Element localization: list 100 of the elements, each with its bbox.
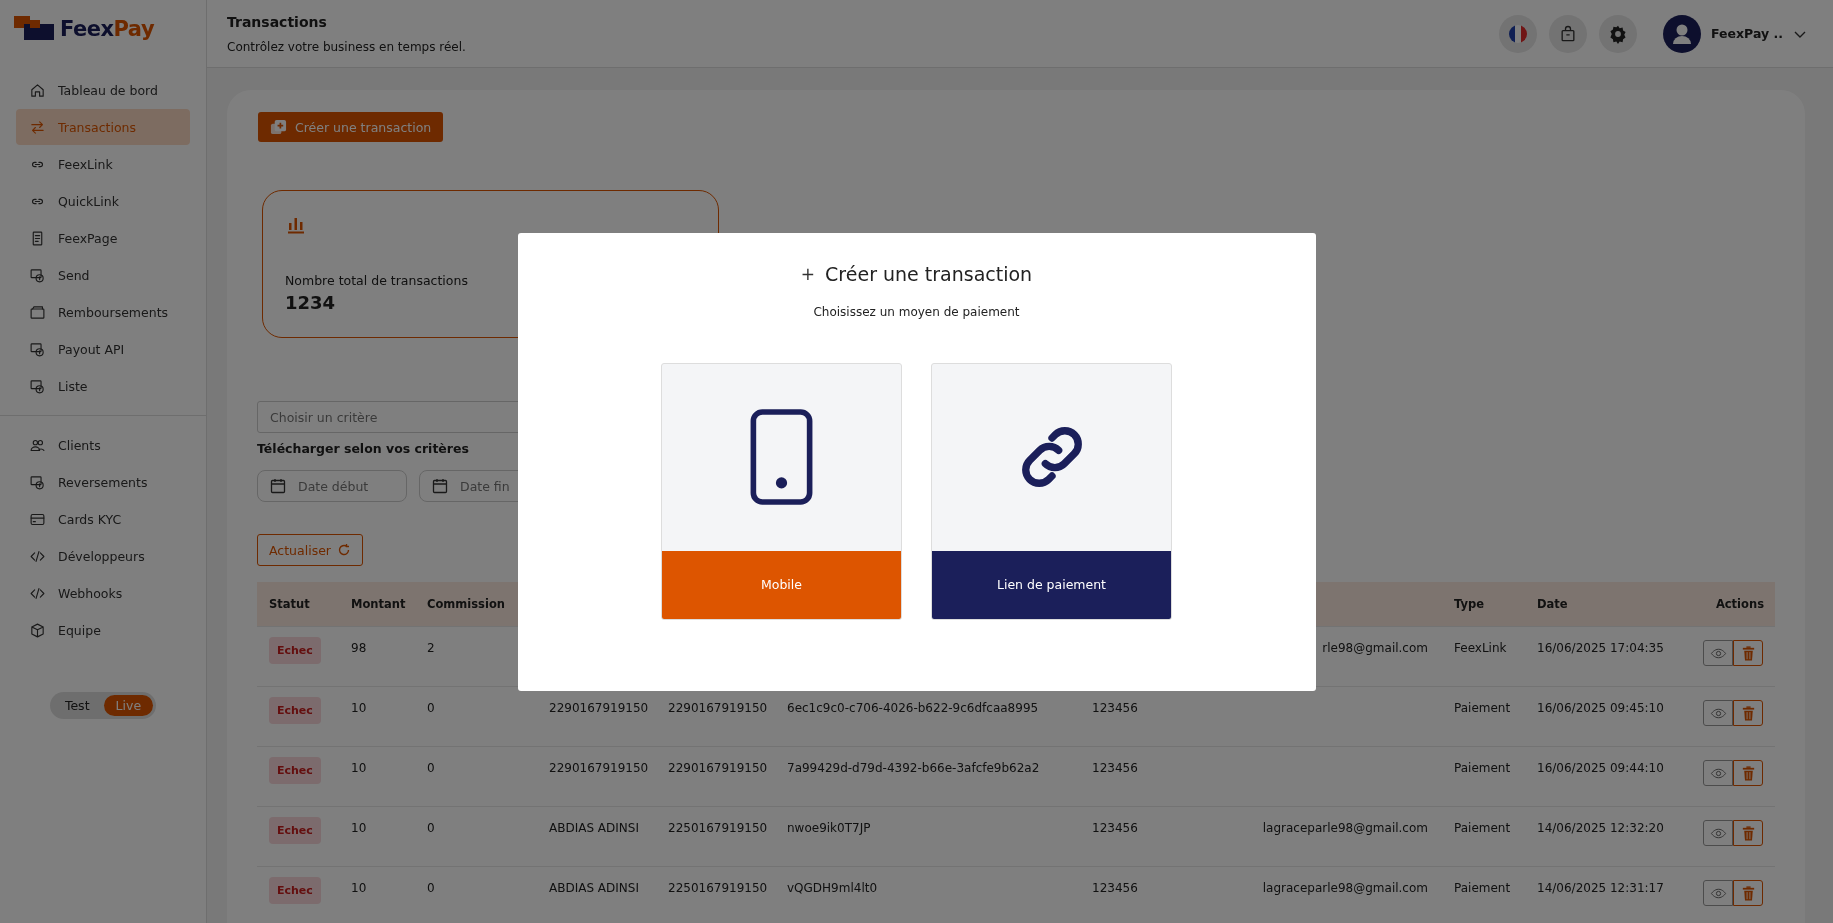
user-name[interactable]: FeexPay .. <box>1711 26 1783 41</box>
logo-mark-icon <box>14 16 56 42</box>
refresh-icon <box>337 543 351 557</box>
status-badge: Echec <box>269 817 321 844</box>
create-transaction-button[interactable]: Créer une transaction <box>258 112 444 142</box>
table-cell-text: 14/06/2025 12:31:17 <box>1536 880 1665 895</box>
delete-button[interactable] <box>1733 820 1763 846</box>
sidebar-item[interactable]: Webhooks <box>16 575 190 611</box>
sidebar-item[interactable]: Payout API <box>16 331 190 367</box>
table-cell-text: 2290167919150 <box>667 760 769 775</box>
view-button[interactable] <box>1703 880 1733 906</box>
payment-option-card[interactable]: Mobile <box>661 362 902 620</box>
flag-icon <box>1508 23 1529 44</box>
shop-button[interactable] <box>1549 14 1588 53</box>
table-cell-text: 16/06/2025 09:45:10 <box>1536 700 1665 715</box>
stat-value: 1234 <box>285 292 337 313</box>
status-badge: Echec <box>269 877 321 904</box>
sidebar-item[interactable]: Développeurs <box>16 538 190 574</box>
delete-button[interactable] <box>1733 880 1763 906</box>
sidebar-item[interactable]: Clients <box>16 427 190 463</box>
delete-button[interactable] <box>1733 760 1763 786</box>
stat-label: Nombre total de transactions <box>285 273 469 288</box>
sidebar-item[interactable]: Send <box>16 257 190 293</box>
payment-option-label[interactable]: Mobile <box>662 550 901 619</box>
table-cell-text: lagraceparle98@gmail.com <box>1261 880 1429 895</box>
table-cell-text: 10 <box>350 880 368 895</box>
table-cell-text: 2290167919150 <box>667 700 769 715</box>
table-cell-text: Paiement <box>1453 700 1512 715</box>
column-header: Montant <box>350 597 407 611</box>
table-cell-text: 16/06/2025 09:44:10 <box>1536 760 1665 775</box>
money-icon <box>29 377 46 395</box>
status-badge: Echec <box>269 637 321 664</box>
table-cell-text: FeexLink <box>1453 640 1508 655</box>
mode-option[interactable]: Live <box>103 695 154 716</box>
table-cell-text: 10 <box>350 760 368 775</box>
sidebar-item[interactable]: Cards KYC <box>16 501 190 537</box>
table-cell-text: 2290167919150 <box>548 760 650 775</box>
logo-text: FeexPay <box>60 17 155 41</box>
wallet-icon <box>29 303 46 321</box>
table-cell-text: 0 <box>426 700 436 715</box>
language-button[interactable] <box>1499 14 1538 53</box>
payment-option-card[interactable]: Lien de paiement <box>931 362 1172 620</box>
delete-button[interactable] <box>1733 640 1763 666</box>
sidebar-item[interactable]: Reversements <box>16 464 190 500</box>
modal-subtitle: Choisissez un moyen de paiement <box>813 304 1020 319</box>
mode-option[interactable]: Test <box>52 695 102 716</box>
table-cell-text: 123456 <box>1091 880 1139 895</box>
add-copy-icon <box>270 118 287 136</box>
modal-title: Créer une transaction <box>825 262 1033 285</box>
download-label: Télécharger selon vos critères <box>257 441 470 456</box>
sidebar-item[interactable]: Remboursements <box>16 294 190 330</box>
table-cell-text: 123456 <box>1091 820 1139 835</box>
table-cell-text: 123456 <box>1091 760 1139 775</box>
table-cell-text: 0 <box>426 820 436 835</box>
phone-icon <box>750 408 813 506</box>
column-header: Type <box>1453 597 1485 611</box>
table-cell-text: 10 <box>350 700 368 715</box>
table-cell-text: Paiement <box>1453 880 1512 895</box>
sidebar-item[interactable]: FeexPage <box>16 220 190 256</box>
table-cell-text: 6ec1c9c0-c706-4026-b622-9c6dfcaa8995 <box>786 700 1040 715</box>
column-header: Actions <box>1714 597 1765 611</box>
money-icon <box>29 266 46 284</box>
settings-button[interactable] <box>1599 14 1638 53</box>
date-input[interactable]: Date fin <box>458 477 552 495</box>
table-cell-text: 2 <box>426 640 436 655</box>
sidebar-item[interactable]: FeexLink <box>16 146 190 182</box>
column-header: Commission <box>426 597 506 611</box>
sidebar-item[interactable]: Equipe <box>16 612 190 648</box>
view-button[interactable] <box>1703 820 1733 846</box>
cube-icon <box>29 621 46 639</box>
page-subtitle: Contrôlez votre business en temps réel. <box>227 39 467 54</box>
sidebar-item[interactable]: QuickLink <box>16 183 190 219</box>
view-button[interactable] <box>1703 640 1733 666</box>
payment-option-label[interactable]: Lien de paiement <box>932 550 1171 619</box>
plus-sign: + <box>800 263 816 284</box>
date-input[interactable]: Date début <box>296 477 390 495</box>
status-badge: Echec <box>269 697 321 724</box>
table-cell-text: nwoe9ik0T7JP <box>786 820 872 835</box>
table-cell-text: 2250167919150 <box>667 820 769 835</box>
table-cell-text: 14/06/2025 12:32:20 <box>1536 820 1665 835</box>
table-cell-text: 2250167919150 <box>667 880 769 895</box>
sidebar-item[interactable]: Liste <box>16 368 190 404</box>
view-button[interactable] <box>1703 700 1733 726</box>
calendar-icon <box>432 478 448 494</box>
calendar-icon <box>270 478 286 494</box>
table-cell-text: Paiement <box>1453 760 1512 775</box>
avatar-icon[interactable] <box>1663 14 1702 53</box>
money-icon <box>29 340 46 358</box>
settings-icon <box>1608 23 1629 44</box>
delete-button[interactable] <box>1733 700 1763 726</box>
date-field[interactable]: Date début <box>257 470 407 502</box>
sidebar-item[interactable]: Tableau de bord <box>16 72 190 108</box>
table-cell-text: 98 <box>350 640 368 655</box>
view-button[interactable] <box>1703 760 1733 786</box>
mode-toggle[interactable]: Test Live <box>49 692 157 719</box>
table-cell-text: 16/06/2025 17:04:35 <box>1536 640 1665 655</box>
table-cell-text: 10 <box>350 820 368 835</box>
refresh-button[interactable]: Actualiser <box>257 534 363 566</box>
table-cell-text: 0 <box>426 880 436 895</box>
home-icon <box>29 81 46 99</box>
